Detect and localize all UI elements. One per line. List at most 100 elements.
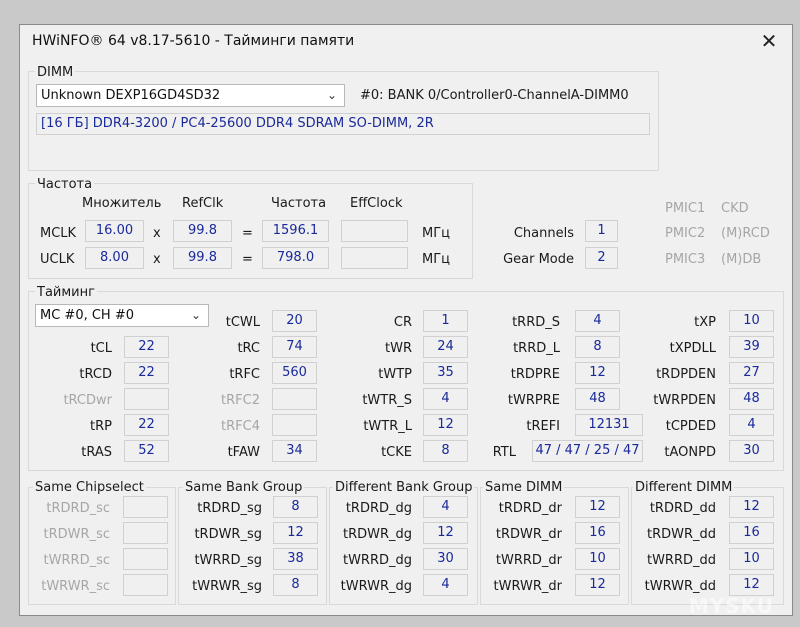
dimm-legend: DIMM [35, 65, 76, 80]
value-tCPDED: 4 [729, 414, 774, 436]
pmic2-value: (M)RCD [721, 226, 770, 241]
value-tWRWR_dr: 12 [575, 574, 620, 596]
mclk-frequency: 1596.1 [262, 220, 329, 242]
label-tWTR_L: tWTR_L [363, 419, 412, 434]
label-tRDPRE: tRDPRE [510, 367, 560, 382]
header-effclock: EffClock [350, 196, 403, 211]
label-tWR: tWR [385, 341, 412, 356]
value-tWRRD_sc [123, 548, 168, 570]
label-tRCD: tRCD [79, 367, 112, 382]
label-tWRPRE: tWRPRE [507, 393, 560, 408]
label-tWTR_S: tWTR_S [362, 393, 412, 408]
timing-legend: Тайминг [35, 285, 97, 300]
label-tWRRD_dr: tWRRD_dr [495, 553, 562, 568]
label-tAONPD: tAONPD [664, 445, 716, 460]
label-tRDWR_dg: tRDWR_dg [342, 527, 412, 542]
label-tRFC: tRFC [229, 367, 260, 382]
label-tRDRD_dr: tRDRD_dr [498, 501, 562, 516]
value-tFAW: 34 [272, 440, 317, 462]
label-tRDWR_dr: tRDWR_dr [495, 527, 562, 542]
value-tWR: 24 [423, 336, 468, 358]
value-tRDPDEN: 27 [729, 362, 774, 384]
value-tRAS: 52 [124, 440, 169, 462]
dimm-module-value: Unknown DEXP16GD4SD32 [41, 88, 221, 103]
label-tCWL: tCWL [225, 315, 260, 330]
label-tFAW: tFAW [227, 445, 260, 460]
mclk-label: MCLK [40, 226, 77, 241]
mclk-eq-sign: = [242, 226, 253, 241]
label-tWRRD_dg: tWRRD_dg [342, 553, 412, 568]
label-tXP: tXP [694, 315, 716, 330]
label-tWRPDEN: tWRPDEN [653, 393, 716, 408]
controller-dropdown[interactable]: MC #0, CH #0 ⌄ [35, 304, 209, 327]
mclk-effclock [341, 220, 408, 242]
label-tRDWR_sc: tRDWR_sc [43, 527, 110, 542]
header-multiplier: Множитель [82, 196, 162, 211]
label-tRDRD_sg: tRDRD_sg [197, 501, 262, 516]
value-tWRRD_sg: 38 [273, 548, 318, 570]
value-tCWL: 20 [272, 310, 317, 332]
value-tRFC4 [272, 414, 317, 436]
value-tRDWR_dr: 16 [575, 522, 620, 544]
label-tCKE: tCKE [381, 445, 412, 460]
label-CR: CR [393, 315, 412, 330]
value-tRC: 74 [272, 336, 317, 358]
dimm-module-description: [16 ГБ] DDR4-3200 / PC4-25600 DDR4 SDRAM… [36, 113, 650, 135]
value-tXP: 10 [729, 310, 774, 332]
label-tXPDLL: tXPDLL [669, 341, 716, 356]
value-tCL: 22 [124, 336, 169, 358]
uclk-unit: МГц [422, 252, 450, 267]
label-tRDPDEN: tRDPDEN [656, 367, 716, 382]
header-frequency: Частота [271, 196, 327, 211]
value-tWRPRE: 48 [575, 388, 620, 410]
pmic2-label: PMIC2 [665, 226, 706, 241]
value-tWRRD_dd: 10 [729, 548, 774, 570]
value-tRDRD_dg: 4 [423, 496, 468, 518]
value-tWRRD_dr: 10 [575, 548, 620, 570]
value-tRDWR_dg: 12 [423, 522, 468, 544]
value-tWTP: 35 [423, 362, 468, 384]
same-bank-group-legend: Same Bank Group [183, 480, 305, 495]
value-tWRRD_dg: 30 [423, 548, 468, 570]
pmic1-value: CKD [721, 201, 749, 216]
mclk-refclk: 99.8 [173, 220, 232, 242]
label-tCPDED: tCPDED [665, 419, 716, 434]
value-tAONPD: 30 [729, 440, 774, 462]
label-tREFI: tREFI [526, 419, 560, 434]
value-tRDWR_sg: 12 [273, 522, 318, 544]
uclk-frequency: 798.0 [262, 247, 329, 269]
value-tRDPRE: 12 [575, 362, 620, 384]
value-tRDRD_dr: 12 [575, 496, 620, 518]
label-tRAS: tRAS [81, 445, 112, 460]
label-tWTP: tWTP [378, 367, 412, 382]
value-tWRWR_sc [123, 574, 168, 596]
value-tRRD_S: 4 [575, 310, 620, 332]
value-tRDRD_sc [123, 496, 168, 518]
value-tREFI: 12131 [575, 414, 643, 436]
different-bank-group-legend: Different Bank Group [333, 480, 475, 495]
label-RTL: RTL [492, 445, 516, 460]
uclk-x-sign: x [153, 252, 161, 267]
label-tRDRD_sc: tRDRD_sc [46, 501, 110, 516]
value-tWRWR_sg: 8 [273, 574, 318, 596]
value-tRFC: 560 [272, 362, 317, 384]
uclk-effclock [341, 247, 408, 269]
close-icon[interactable]: ✕ [758, 30, 780, 52]
uclk-eq-sign: = [242, 252, 253, 267]
window-title: HWiNFO® 64 v8.17-5610 - Тайминги памяти [32, 33, 355, 49]
controller-value: MC #0, CH #0 [40, 308, 135, 323]
chevron-down-icon: ⌄ [326, 88, 337, 102]
label-tWRWR_dd: tWRWR_dd [644, 579, 716, 594]
dimm-module-dropdown[interactable]: Unknown DEXP16GD4SD32 ⌄ [36, 84, 345, 107]
gearmode-label: Gear Mode [503, 252, 574, 267]
gearmode-value: 2 [585, 247, 618, 269]
value-RTL: 47 / 47 / 25 / 47 [532, 440, 643, 462]
value-tRDRD_sg: 8 [273, 496, 318, 518]
uclk-label: UCLK [40, 252, 75, 267]
label-tRC: tRC [237, 341, 260, 356]
label-tRP: tRP [90, 419, 112, 434]
label-tRRD_S: tRRD_S [512, 315, 560, 330]
value-tRCDwr [124, 388, 169, 410]
uclk-refclk: 99.8 [173, 247, 232, 269]
channels-label: Channels [513, 226, 574, 241]
